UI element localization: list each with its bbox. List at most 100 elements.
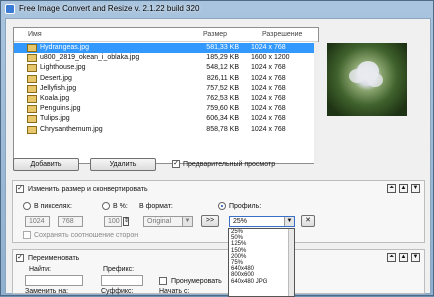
file-resolution: 1024 x 768: [251, 95, 286, 102]
move-down-icon[interactable]: ▼: [411, 253, 420, 262]
file-row[interactable]: Lighthouse.jpg 548,12 KB 1024 x 768: [14, 63, 318, 73]
move-down-icon[interactable]: ▼: [411, 184, 420, 193]
pixels-label: В пикселях:: [34, 203, 72, 210]
file-row[interactable]: Penguins.jpg 759,60 KB 1024 x 768: [14, 104, 318, 114]
apply-button[interactable]: >>: [201, 215, 219, 227]
file-resolution: 1600 x 1200: [251, 54, 290, 62]
column-size[interactable]: Размер: [203, 31, 227, 38]
column-resolution[interactable]: Разрешение: [262, 31, 302, 38]
dropdown-scrollbar[interactable]: [288, 229, 294, 296]
file-size: 759,60 KB: [206, 105, 239, 113]
file-size: 858,78 KB: [206, 125, 239, 133]
preview-label: Предварительный просмотр: [183, 161, 276, 168]
collapse-up-icon[interactable]: ⏶: [387, 184, 396, 193]
image-file-icon: [27, 84, 37, 93]
format-select[interactable]: Original ▼: [143, 216, 193, 227]
close-profile-button[interactable]: ✕: [301, 215, 315, 227]
collapse-up-icon[interactable]: ⏶: [387, 253, 396, 262]
preview-checkbox[interactable]: ✓: [172, 160, 180, 168]
image-file-icon: [27, 64, 37, 73]
file-name: Tulips.jpg: [40, 115, 70, 123]
add-button[interactable]: Добавить: [13, 158, 79, 171]
find-input[interactable]: [25, 275, 83, 286]
file-size: 185,29 KB: [206, 54, 239, 62]
file-row[interactable]: Jellyfish.jpg 757,52 KB 1024 x 768: [14, 84, 318, 94]
chevron-down-icon: ▼: [182, 217, 192, 226]
file-size: 606,34 KB: [206, 115, 239, 123]
preview-image: [327, 43, 407, 116]
file-row[interactable]: u800_2819_okean_i_oblaka.jpg 185,29 KB 160…: [14, 53, 318, 63]
keep-ratio-checkbox[interactable]: [23, 231, 31, 239]
file-size: 548,12 KB: [206, 64, 239, 72]
percent-spin-icon[interactable]: ⇕: [123, 217, 129, 226]
file-list-scrollbar[interactable]: [314, 42, 319, 164]
find-label: Найти:: [29, 266, 51, 273]
move-up-icon[interactable]: ▲: [399, 184, 408, 193]
image-file-icon: [27, 115, 37, 124]
file-name: Hydrangeas.jpg: [40, 44, 90, 51]
rename-checkbox[interactable]: ✓: [16, 254, 24, 262]
image-file-icon: [27, 44, 37, 52]
percent-radio[interactable]: [102, 202, 110, 210]
profile-option[interactable]: 640x480 JPG: [229, 279, 294, 285]
file-name: Jellyfish.jpg: [40, 84, 77, 92]
numbering-label: Пронумеровать: [171, 278, 222, 285]
column-name[interactable]: Имя: [28, 31, 42, 38]
file-resolution: 1024 x 768: [251, 115, 286, 123]
app-icon: [5, 4, 15, 14]
profile-label: Профиль:: [229, 203, 262, 210]
width-field[interactable]: 1024: [25, 216, 50, 227]
file-resolution: 1024 x 768: [251, 74, 286, 82]
file-size: 757,52 KB: [206, 84, 239, 92]
main-panel: Имя Размер Разрешение Hydrangeas.jpg 581,…: [5, 18, 431, 297]
format-value: Original: [147, 218, 172, 225]
file-row[interactable]: Tulips.jpg 606,34 KB 1024 x 768: [14, 114, 318, 124]
move-up-icon[interactable]: ▲: [399, 253, 408, 262]
file-row[interactable]: Koala.jpg 762,53 KB 1024 x 768: [14, 94, 318, 104]
rename-label: Переименовать: [28, 255, 80, 262]
start-label: Начать с:: [159, 288, 190, 295]
rename-panel: ✓ Переименовать ⏶ ▲ ▼ Найти: Префикс: Пр…: [12, 249, 425, 295]
suffix-label: Суффикс:: [101, 288, 134, 295]
file-name: Chrysanthemum.jpg: [40, 125, 103, 133]
image-file-icon: [27, 95, 37, 103]
title-bar: Free Image Convert and Resize v. 2.1.22 …: [1, 1, 433, 17]
image-file-icon: [27, 74, 37, 83]
file-list[interactable]: Имя Размер Разрешение Hydrangeas.jpg 581,…: [13, 27, 319, 164]
percent-label: В %:: [113, 203, 128, 210]
file-name: Lighthouse.jpg: [40, 64, 86, 72]
numbering-checkbox[interactable]: [159, 277, 167, 285]
file-resolution: 1024 x 768: [251, 125, 286, 133]
file-row[interactable]: Hydrangeas.jpg 581,33 KB 1024 x 768: [14, 43, 318, 53]
prefix-label: Префикс:: [103, 266, 135, 273]
app-window: Free Image Convert and Resize v. 2.1.22 …: [0, 0, 434, 297]
profile-dropdown-list[interactable]: 25% 50% 125% 150% 200% 75% 640x480 800x600 640x4…: [228, 228, 295, 297]
format-label: В формат:: [139, 203, 173, 210]
remove-button[interactable]: Удалить: [90, 158, 156, 171]
file-list-header: Имя Размер Разрешение: [14, 28, 318, 42]
resize-checkbox[interactable]: ✓: [16, 185, 24, 193]
file-size: 826,11 KB: [206, 74, 239, 82]
profile-radio[interactable]: [218, 202, 226, 210]
keep-ratio-label: Сохранять соотношение сторон: [34, 232, 139, 239]
chevron-down-icon: ▼: [284, 217, 294, 226]
profile-select[interactable]: 25% ▼: [229, 216, 295, 227]
image-file-icon: [27, 54, 37, 63]
percent-field[interactable]: 100: [104, 216, 122, 227]
resize-panel: ✓ Изменить размер и сконвертировать ⏶ ▲ …: [12, 180, 425, 243]
pixels-radio[interactable]: [23, 202, 31, 210]
file-size: 581,33 KB: [206, 44, 239, 51]
file-name: u800_2819_okean_i_oblaka.jpg: [40, 54, 140, 62]
image-file-icon: [27, 125, 37, 134]
resize-label: Изменить размер и сконвертировать: [28, 186, 148, 193]
file-name: Koala.jpg: [40, 95, 70, 102]
prefix-input[interactable]: [101, 275, 143, 286]
file-resolution: 1024 x 768: [251, 44, 286, 51]
image-file-icon: [27, 105, 37, 114]
file-row[interactable]: Desert.jpg 826,11 KB 1024 x 768: [14, 74, 318, 84]
file-size: 762,53 KB: [206, 95, 239, 102]
file-row[interactable]: Chrysanthemum.jpg 858,78 KB 1024 x 768: [14, 125, 318, 135]
profile-value: 25%: [233, 218, 248, 225]
height-field[interactable]: 768: [58, 216, 83, 227]
file-name: Desert.jpg: [40, 74, 72, 82]
